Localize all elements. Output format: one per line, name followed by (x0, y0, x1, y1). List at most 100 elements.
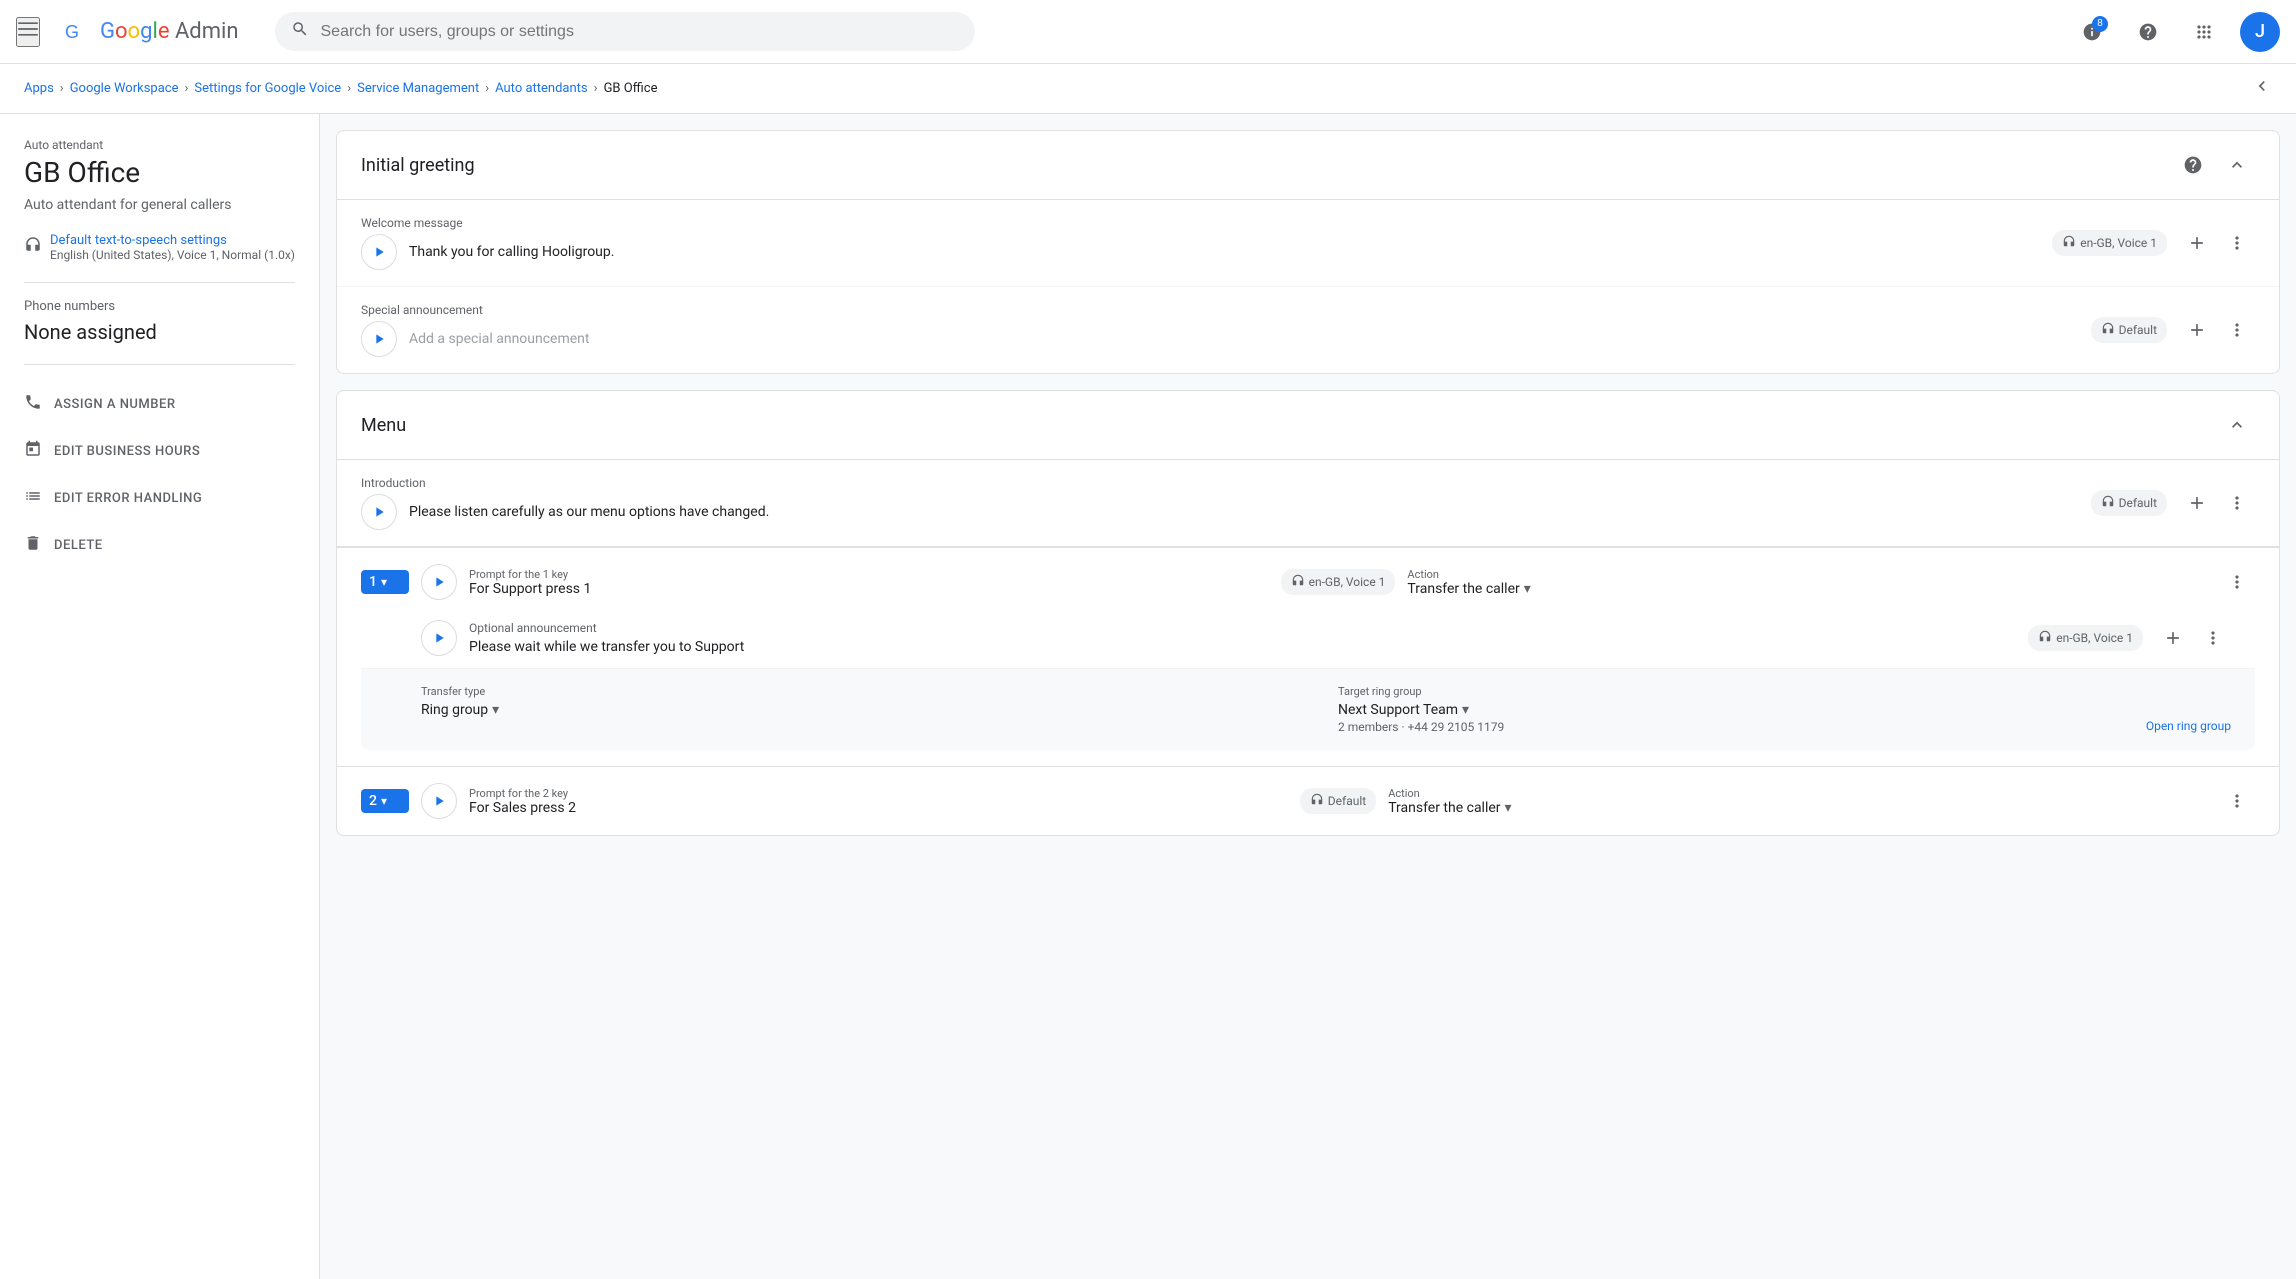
search-icon (291, 20, 309, 43)
breadcrumb-voice-settings[interactable]: Settings for Google Voice (194, 81, 341, 96)
apps-icon-btn[interactable] (2184, 12, 2224, 52)
key1-more-btn[interactable] (2219, 564, 2255, 600)
help-section-icon[interactable] (2175, 147, 2211, 183)
phone-numbers-value: None assigned (24, 320, 295, 344)
phone-icon (24, 393, 42, 416)
initial-greeting-header[interactable]: Initial greeting (337, 131, 2279, 200)
special-voice-badge: Default (2091, 317, 2167, 343)
help-icon-btn[interactable] (2128, 12, 2168, 52)
assign-number-label: ASSIGN A NUMBER (54, 397, 176, 412)
opt-actions (2155, 620, 2231, 656)
breadcrumb: Apps › Google Workspace › Settings for G… (0, 64, 2296, 114)
target-value: Next Support Team (1338, 702, 1458, 718)
key2-action-dropdown[interactable]: Transfer the caller ▾ (1388, 800, 2207, 816)
sidebar-description: Auto attendant for general callers (24, 197, 295, 213)
breadcrumb-service-mgmt[interactable]: Service Management (357, 81, 479, 96)
key2-dropdown-arrow: ▾ (381, 794, 387, 808)
welcome-message-row: Welcome message Thank you for calling Ho… (337, 200, 2279, 287)
badge-count: 8 (2092, 16, 2108, 32)
welcome-more-btn[interactable] (2219, 225, 2255, 261)
open-ring-group-link[interactable]: Open ring group (2146, 719, 2231, 733)
special-voice-icon (2101, 321, 2115, 339)
key1-action-dropdown[interactable]: Transfer the caller ▾ (1407, 581, 2207, 597)
key1-play-btn[interactable] (421, 564, 457, 600)
search-input[interactable] (321, 23, 959, 41)
key2-more-btn[interactable] (2219, 783, 2255, 819)
tts-title[interactable]: Default text-to-speech settings (50, 233, 295, 248)
breadcrumb-apps[interactable]: Apps (24, 81, 54, 96)
voice-icon (2062, 234, 2076, 252)
breadcrumb-workspace[interactable]: Google Workspace (70, 81, 179, 96)
edit-error-handling-action[interactable]: EDIT ERROR HANDLING (24, 475, 295, 522)
target-ring-group-col: Target ring group Next Support Team ▾ 2 … (1338, 685, 2231, 734)
key1-dropdown-arrow: ▾ (381, 575, 387, 589)
welcome-voice-text: en-GB, Voice 1 (2080, 236, 2157, 250)
nav-right: 8 J (2072, 12, 2280, 52)
intro-actions (2179, 485, 2255, 521)
opt-text: Please wait while we transfer you to Sup… (469, 639, 2016, 655)
key2-section: 2 ▾ Prompt for the 2 key For Sales press… (337, 766, 2279, 835)
intro-voice-icon (2101, 494, 2115, 512)
welcome-voice-badge: en-GB, Voice 1 (2052, 230, 2167, 256)
menu-icon[interactable] (16, 17, 40, 47)
calendar-icon (24, 440, 42, 463)
breadcrumb-current: GB Office (604, 81, 658, 96)
badge-icon-btn[interactable]: 8 (2072, 12, 2112, 52)
opt-voice-icon (2038, 629, 2052, 647)
tts-desc: English (United States), Voice 1, Normal… (50, 248, 295, 262)
initial-greeting-title: Initial greeting (361, 155, 2175, 176)
intro-more-btn[interactable] (2219, 485, 2255, 521)
special-play-btn[interactable] (361, 321, 397, 357)
key1-voice-badge: en-GB, Voice 1 (1281, 569, 1396, 595)
key2-number: 2 (369, 793, 377, 809)
key2-action-label: Action (1388, 787, 2207, 800)
transfer-type-value: Ring group (421, 702, 488, 718)
opt-label: Optional announcement (469, 621, 2016, 635)
assign-number-action[interactable]: ASSIGN A NUMBER (24, 381, 295, 428)
welcome-add-btn[interactable] (2179, 225, 2215, 261)
menu-title: Menu (361, 415, 2219, 436)
avatar[interactable]: J (2240, 12, 2280, 52)
intro-voice-text: Default (2119, 496, 2157, 510)
edit-error-handling-label: EDIT ERROR HANDLING (54, 491, 202, 506)
special-add-btn[interactable] (2179, 312, 2215, 348)
welcome-actions (2179, 225, 2255, 261)
key2-badge[interactable]: 2 ▾ (361, 789, 409, 813)
collapse-section-icon[interactable] (2219, 147, 2255, 183)
intro-add-btn[interactable] (2179, 485, 2215, 521)
edit-business-hours-action[interactable]: EDIT BUSINESS HOURS (24, 428, 295, 475)
key2-prompt-text: For Sales press 2 (469, 800, 1288, 816)
key1-badge[interactable]: 1 ▾ (361, 570, 409, 594)
key2-play-btn[interactable] (421, 783, 457, 819)
sidebar-category-label: Auto attendant (24, 138, 295, 152)
tts-icon (24, 235, 42, 258)
intro-label: Introduction (361, 476, 2079, 490)
welcome-play-btn[interactable] (361, 234, 397, 270)
transfer-type-dropdown[interactable]: Ring group ▾ (421, 702, 1314, 718)
tts-info: Default text-to-speech settings English … (50, 233, 295, 262)
opt-play-btn[interactable] (421, 620, 457, 656)
key1-action-arrow: ▾ (1524, 581, 1531, 597)
breadcrumb-auto-attendants[interactable]: Auto attendants (495, 81, 588, 96)
key2-action-text: Transfer the caller (1388, 800, 1500, 816)
intro-text: Please listen carefully as our menu opti… (409, 504, 2079, 520)
target-sub: 2 members · +44 29 2105 1179 (1338, 720, 1504, 734)
opt-add-btn[interactable] (2155, 620, 2191, 656)
intro-play-btn[interactable] (361, 494, 397, 530)
target-label: Target ring group (1338, 685, 2231, 698)
special-more-btn[interactable] (2219, 312, 2255, 348)
special-actions (2179, 312, 2255, 348)
delete-action[interactable]: DELETE (24, 522, 295, 569)
intro-row: Introduction Please listen carefully as … (337, 459, 2279, 547)
search-bar[interactable] (275, 12, 975, 51)
menu-header[interactable]: Menu (337, 391, 2279, 459)
target-arrow: ▾ (1462, 702, 1469, 718)
section-icons (2175, 147, 2255, 183)
key1-voice-text: en-GB, Voice 1 (1309, 575, 1386, 589)
collapse-icon[interactable] (2252, 76, 2272, 101)
breadcrumb-sep-4: › (485, 81, 489, 96)
opt-more-btn[interactable] (2195, 620, 2231, 656)
menu-collapse-icon[interactable] (2219, 407, 2255, 443)
target-dropdown[interactable]: Next Support Team ▾ (1338, 702, 2231, 718)
edit-business-hours-label: EDIT BUSINESS HOURS (54, 444, 200, 459)
